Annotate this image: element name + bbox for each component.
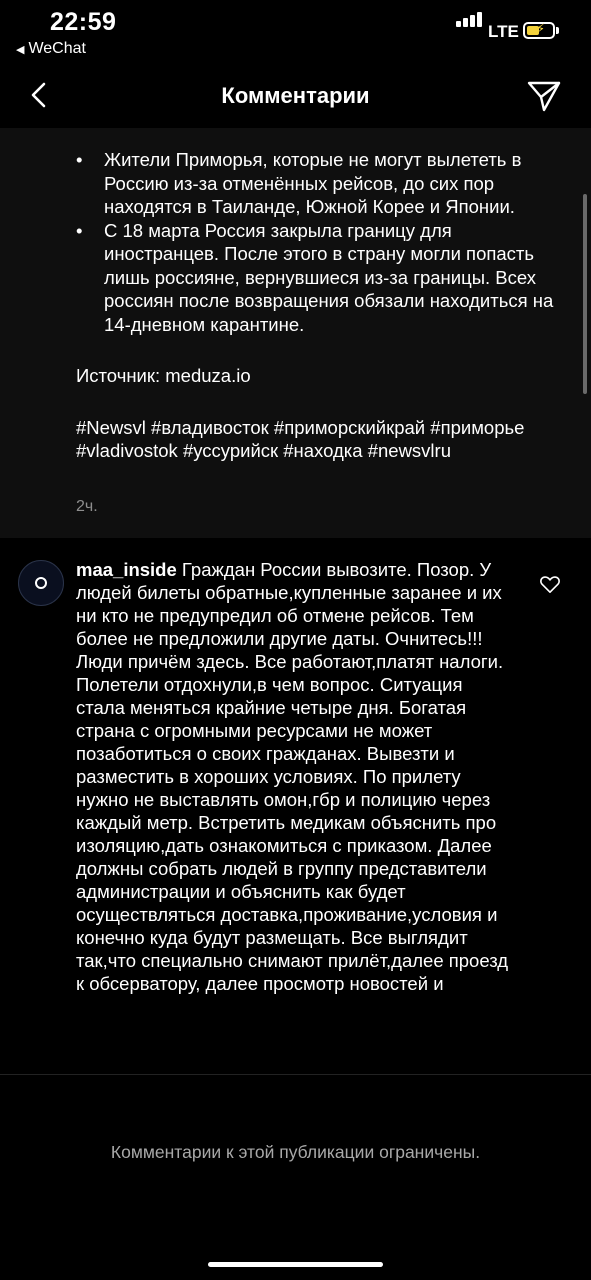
battery-tip <box>556 27 559 34</box>
caption-bullet: • Жители Приморья, которые не могут выле… <box>76 148 571 219</box>
status-bar: 22:59 ◀ WeChat LTE ⚡ <box>0 0 591 66</box>
status-time: 22:59 <box>50 8 117 36</box>
heart-icon[interactable] <box>539 574 561 594</box>
source-line: Источник: meduza.io <box>76 365 251 386</box>
scrollbar[interactable] <box>583 194 587 394</box>
avatar[interactable] <box>18 560 64 606</box>
back-app-label: WeChat <box>28 40 86 57</box>
network-type: LTE <box>488 22 519 41</box>
comment-body: maa_inside Граждан России вывозите. Позо… <box>76 558 516 995</box>
comments-restricted-message: Комментарии к этой публикации ограничены… <box>110 1142 481 1162</box>
hashtags[interactable]: #Newsvl #владивосток #приморскийкрай #пр… <box>76 416 571 463</box>
battery-icon: ⚡ <box>523 21 555 39</box>
comment-username[interactable]: maa_inside <box>76 559 177 580</box>
home-indicator[interactable] <box>208 1262 383 1267</box>
comments-scroll-area[interactable]: • Жители Приморья, которые не могут выле… <box>0 128 591 1074</box>
post-time-ago: 2ч. <box>76 498 98 515</box>
nav-bar: Комментарии <box>0 66 591 128</box>
bullet-dot: • <box>76 219 83 241</box>
bullet-text: Жители Приморья, которые не могут вылете… <box>104 149 522 217</box>
caption-text: • Жители Приморья, которые не могут выле… <box>76 148 571 463</box>
bullet-text: С 18 марта Россия закрыла границу для ин… <box>104 219 554 335</box>
post-caption: • Жители Приморья, которые не могут выле… <box>0 128 591 538</box>
bullet-dot: • <box>76 149 83 170</box>
page-title: Комментарии <box>221 83 370 108</box>
comment-text: Граждан России вывозите. Позор. У людей … <box>76 559 509 994</box>
back-triangle-icon: ◀ <box>16 44 25 56</box>
caption-bullet: • С 18 марта Россия закрыла границу для … <box>76 219 571 337</box>
paper-plane-icon[interactable] <box>526 78 562 114</box>
back-to-app-link[interactable]: ◀ WeChat <box>16 40 86 58</box>
comment-item: maa_inside Граждан России вывозите. Позо… <box>0 538 591 1074</box>
comments-restricted-footer: Комментарии к этой публикации ограничены… <box>0 1075 591 1280</box>
